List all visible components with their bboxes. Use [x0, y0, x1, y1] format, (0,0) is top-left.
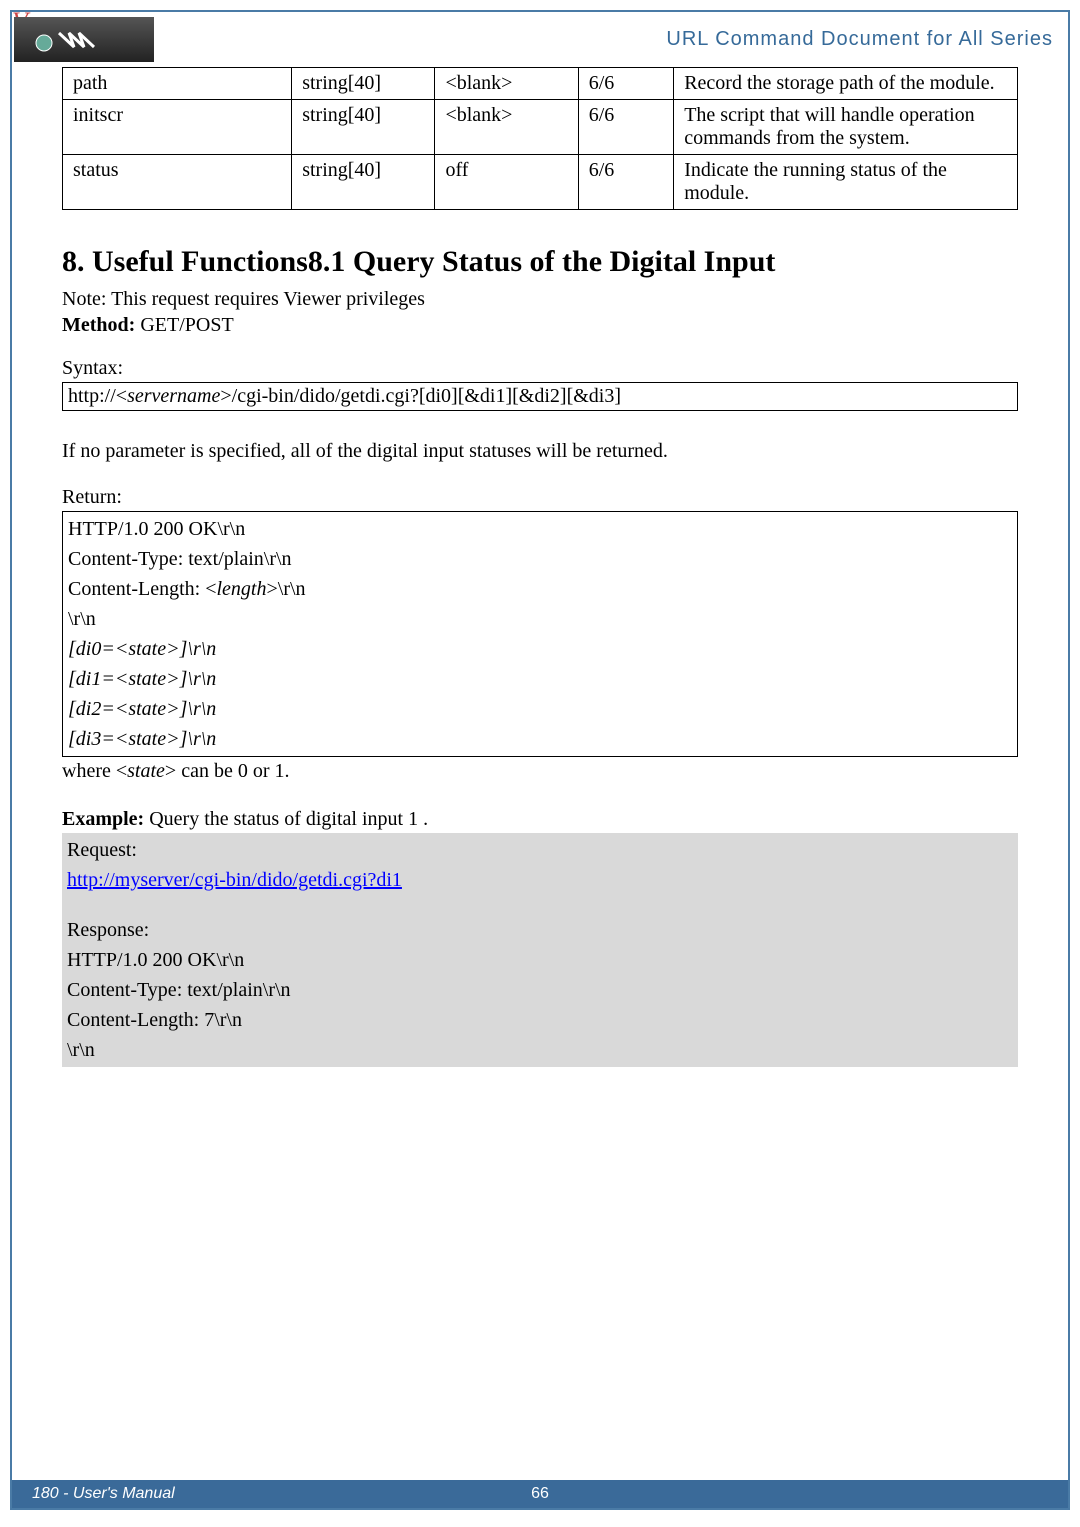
cell-name: initscr: [63, 100, 292, 155]
cell-sec: 6/6: [578, 68, 674, 100]
footer-left: 180 - User's Manual: [32, 1485, 175, 1503]
example-bold: Example:: [62, 808, 144, 830]
cell-desc: The script that will handle operation co…: [674, 100, 1018, 155]
where-post: > can be 0 or 1.: [165, 760, 290, 782]
where-pre: where <: [62, 760, 127, 782]
response-line: Content-Type: text/plain\r\n: [67, 975, 1013, 1005]
where-state: state: [127, 760, 165, 782]
syntax-box: http://<servername>/cgi-bin/dido/getdi.c…: [62, 382, 1018, 411]
return-line: [di1=<state>]\r\n: [68, 664, 1012, 694]
cell-default: <blank>: [435, 68, 578, 100]
method-label: Method:: [62, 314, 135, 336]
response-line: \r\n: [67, 1035, 1013, 1065]
where-note: where <state> can be 0 or 1.: [62, 760, 1018, 783]
page-header: URL Command Document for All Series: [12, 12, 1068, 62]
cell-desc: Indicate the running status of the modul…: [674, 155, 1018, 210]
syntax-server: servername: [127, 385, 220, 407]
response-label: Response:: [67, 915, 1013, 945]
cell-type: string[40]: [292, 155, 435, 210]
syntax-pre: http://<: [68, 385, 127, 407]
syntax-label: Syntax:: [62, 357, 1018, 380]
note-text: Note: This request requires Viewer privi…: [62, 284, 1018, 314]
request-url-link[interactable]: http://myserver/cgi-bin/dido/getdi.cgi?d…: [67, 869, 402, 891]
return-label: Return:: [62, 486, 1018, 509]
return-line: [di3=<state>]\r\n: [68, 724, 1012, 754]
cell-default: off: [435, 155, 578, 210]
return-pre: Content-Length: <: [68, 578, 216, 600]
table-row: initscr string[40] <blank> 6/6 The scrip…: [63, 100, 1018, 155]
return-line: \r\n: [68, 604, 1012, 634]
cell-sec: 6/6: [578, 100, 674, 155]
logo-svg: [29, 25, 139, 55]
return-post: >\r\n: [266, 578, 305, 600]
method-line: Method: GET/POST: [62, 314, 1018, 337]
response-line: Content-Length: 7\r\n: [67, 1005, 1013, 1035]
return-length: length: [216, 578, 266, 600]
return-box: HTTP/1.0 200 OK\r\n Content-Type: text/p…: [62, 511, 1018, 757]
cell-type: string[40]: [292, 68, 435, 100]
footer-page-number: 66: [531, 1485, 549, 1503]
header-title: URL Command Document for All Series: [666, 28, 1053, 51]
table-row: path string[40] <blank> 6/6 Record the s…: [63, 68, 1018, 100]
logo: [14, 17, 154, 62]
cell-name: status: [63, 155, 292, 210]
return-line: [di0=<state>]\r\n: [68, 634, 1012, 664]
return-line: [di2=<state>]\r\n: [68, 694, 1012, 724]
cell-type: string[40]: [292, 100, 435, 155]
cell-default: <blank>: [435, 100, 578, 155]
cell-desc: Record the storage path of the module.: [674, 68, 1018, 100]
method-value: GET/POST: [135, 314, 233, 336]
example-box: Request: http://myserver/cgi-bin/dido/ge…: [62, 833, 1018, 1067]
explain-text: If no parameter is specified, all of the…: [62, 436, 1018, 466]
response-line: HTTP/1.0 200 OK\r\n: [67, 945, 1013, 975]
logo-box: [14, 17, 154, 62]
request-label: Request:: [67, 835, 1013, 865]
example-text: Query the status of digital input 1 .: [144, 808, 428, 830]
cell-sec: 6/6: [578, 155, 674, 210]
params-table: path string[40] <blank> 6/6 Record the s…: [62, 67, 1018, 210]
example-label: Example: Query the status of digital inp…: [62, 808, 1018, 831]
return-line: HTTP/1.0 200 OK\r\n: [68, 514, 1012, 544]
table-row: status string[40] off 6/6 Indicate the r…: [63, 155, 1018, 210]
page-footer: 180 - User's Manual 66: [12, 1480, 1068, 1508]
cell-name: path: [63, 68, 292, 100]
syntax-post: >/cgi-bin/dido/getdi.cgi?[di0][&di1][&di…: [220, 385, 621, 407]
return-line: Content-Type: text/plain\r\n: [68, 544, 1012, 574]
return-line: Content-Length: <length>\r\n: [68, 574, 1012, 604]
section-title: 8. Useful Functions8.1 Query Status of t…: [62, 245, 1018, 279]
